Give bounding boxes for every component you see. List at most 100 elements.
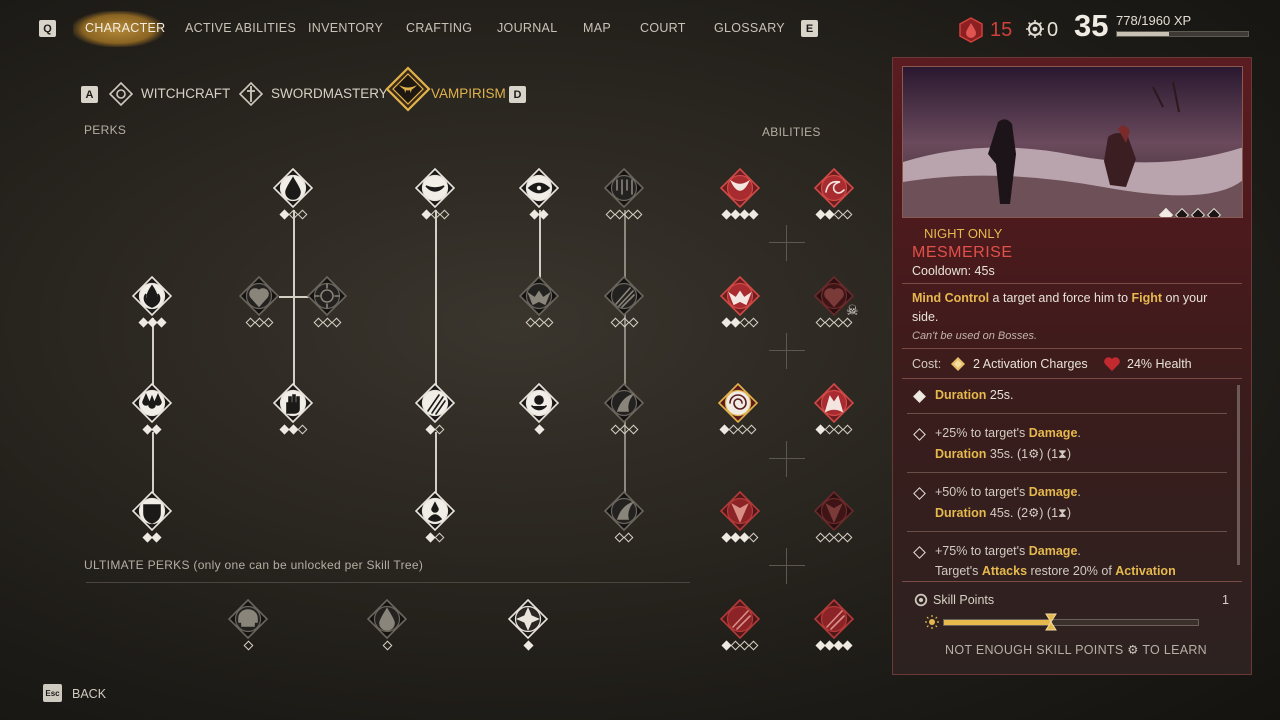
carousel-dot[interactable] bbox=[1206, 207, 1222, 217]
upgrade-pip bbox=[156, 317, 166, 328]
eye-skill-node[interactable] bbox=[519, 168, 559, 208]
slash-skill-node[interactable] bbox=[814, 599, 854, 639]
activation-charge-icon bbox=[951, 357, 965, 371]
image-carousel-dots[interactable] bbox=[1158, 207, 1222, 217]
next-tab-key[interactable]: E bbox=[801, 20, 818, 37]
upgrade-pips bbox=[605, 209, 643, 220]
drop-skill-node[interactable] bbox=[367, 599, 407, 639]
tree-tab-vampirism[interactable]: VAMPIRISM bbox=[431, 86, 506, 101]
claw-skill-node[interactable] bbox=[604, 383, 644, 423]
flame-skill-node[interactable] bbox=[132, 276, 172, 316]
scratch-skill-node[interactable] bbox=[604, 276, 644, 316]
upgrade-row-4-line2: Target's Attacks restore 20% of Activati… bbox=[935, 564, 1176, 578]
skull-skill-node[interactable] bbox=[228, 599, 268, 639]
eye-shield-skill-node[interactable] bbox=[132, 491, 172, 531]
upgrade-pips bbox=[313, 317, 341, 328]
claws-skill-node[interactable] bbox=[415, 383, 455, 423]
upgrade-pip bbox=[434, 424, 445, 435]
back-key[interactable]: Esc bbox=[43, 684, 62, 702]
ability-cooldown: Cooldown: 45s bbox=[912, 264, 995, 278]
tab-inventory[interactable]: INVENTORY bbox=[308, 21, 383, 35]
upgrade-pips bbox=[721, 317, 759, 328]
heart-skill-node[interactable] bbox=[239, 276, 279, 316]
upgrade-pip bbox=[322, 317, 332, 328]
cross-skill-node[interactable] bbox=[508, 599, 548, 639]
tab-glossary[interactable]: GLOSSARY bbox=[714, 21, 785, 35]
sun-skill-node[interactable] bbox=[307, 276, 347, 316]
upgrade-pip bbox=[525, 317, 535, 328]
tab-active-abilities[interactable]: ACTIVE ABILITIES bbox=[185, 21, 296, 35]
preview-scene bbox=[903, 67, 1242, 217]
hourglass-icon bbox=[1044, 613, 1057, 631]
ability-description-line2: side. bbox=[912, 310, 939, 324]
upgrade-pips bbox=[610, 317, 638, 328]
upgrade-row-4[interactable]: +75% to target's Damage. bbox=[935, 544, 1081, 558]
tab-character[interactable]: CHARACTER bbox=[72, 11, 165, 47]
next-tree-key[interactable]: D bbox=[509, 86, 526, 103]
flower-skill-node[interactable] bbox=[519, 383, 559, 423]
bat-skill-node[interactable] bbox=[519, 276, 559, 316]
upgrade-pip bbox=[288, 209, 298, 220]
face-skill-node[interactable] bbox=[814, 491, 854, 531]
upgrade-pip bbox=[279, 424, 289, 435]
perks-label: PERKS bbox=[84, 123, 127, 137]
upgrade-pips bbox=[523, 640, 533, 651]
vampirism-icon bbox=[385, 66, 431, 112]
wolf-skill-node[interactable] bbox=[814, 383, 854, 423]
carousel-dot[interactable] bbox=[1190, 207, 1206, 217]
drop-skill-node[interactable] bbox=[273, 168, 313, 208]
upgrade-pips bbox=[721, 532, 759, 543]
hand-skill-node[interactable] bbox=[273, 383, 313, 423]
upgrade-row-3[interactable]: +50% to target's Damage. bbox=[935, 485, 1081, 499]
bat-skill-node[interactable] bbox=[720, 276, 760, 316]
face-skill-node[interactable] bbox=[720, 491, 760, 531]
upgrade-pip bbox=[842, 640, 853, 651]
prev-tab-key[interactable]: Q bbox=[39, 20, 56, 37]
back-button[interactable]: BACK bbox=[72, 687, 106, 701]
upgrade-pips bbox=[425, 532, 445, 543]
prev-tree-key[interactable]: A bbox=[81, 86, 98, 103]
claw-skill-node[interactable] bbox=[604, 491, 644, 531]
swirl-skill-node[interactable] bbox=[814, 168, 854, 208]
tab-court[interactable]: COURT bbox=[640, 21, 686, 35]
ability-detail-panel: NIGHT ONLY MESMERISE Cooldown: 45s Mind … bbox=[892, 57, 1252, 675]
scratch-icon bbox=[604, 276, 644, 316]
tree-tab-swordmastery[interactable]: SWORDMASTERY bbox=[271, 86, 388, 101]
drop-icon bbox=[273, 168, 313, 208]
upgrade-pip bbox=[534, 317, 544, 328]
upgrade-pips bbox=[529, 209, 549, 220]
upgrade-pip bbox=[842, 209, 853, 220]
bat-icon bbox=[519, 276, 559, 316]
tab-journal[interactable]: JOURNAL bbox=[497, 21, 557, 35]
tab-map[interactable]: MAP bbox=[583, 21, 611, 35]
upgrade-pip bbox=[263, 317, 273, 328]
upgrade-pip bbox=[748, 209, 759, 220]
rain-skill-node[interactable] bbox=[604, 168, 644, 208]
carousel-dot[interactable] bbox=[1174, 207, 1190, 217]
upgrade-pip bbox=[842, 424, 853, 435]
skill-point-icon bbox=[914, 593, 928, 607]
upgrade-pip bbox=[439, 209, 449, 220]
hand-drop-skill-node[interactable] bbox=[415, 491, 455, 531]
slash-skill-node[interactable] bbox=[720, 599, 760, 639]
moon-icon bbox=[914, 229, 919, 239]
fang-skill-node[interactable] bbox=[720, 168, 760, 208]
sun-icon bbox=[925, 615, 939, 629]
tree-tab-witchcraft[interactable]: WITCHCRAFT bbox=[141, 86, 230, 101]
divider bbox=[902, 283, 1242, 284]
drops-skill-node[interactable] bbox=[132, 383, 172, 423]
upgrades-scrollbar[interactable] bbox=[1237, 385, 1240, 565]
upgrade-pips bbox=[534, 424, 544, 435]
upgrade-row-1[interactable]: Duration 25s. bbox=[935, 388, 1014, 402]
cost-charges: 2 Activation Charges bbox=[973, 357, 1088, 371]
slash-icon bbox=[814, 599, 854, 639]
upgrade-row-2[interactable]: +25% to target's Damage. bbox=[935, 426, 1081, 440]
spiral-skill-node[interactable] bbox=[718, 383, 758, 423]
connector-line bbox=[624, 210, 626, 510]
upgrade-pip bbox=[534, 424, 544, 435]
carousel-dot[interactable] bbox=[1158, 207, 1174, 217]
connector-cross bbox=[769, 333, 805, 369]
mouth-skill-node[interactable] bbox=[415, 168, 455, 208]
tab-crafting[interactable]: CRAFTING bbox=[406, 21, 472, 35]
eye-icon bbox=[519, 168, 559, 208]
